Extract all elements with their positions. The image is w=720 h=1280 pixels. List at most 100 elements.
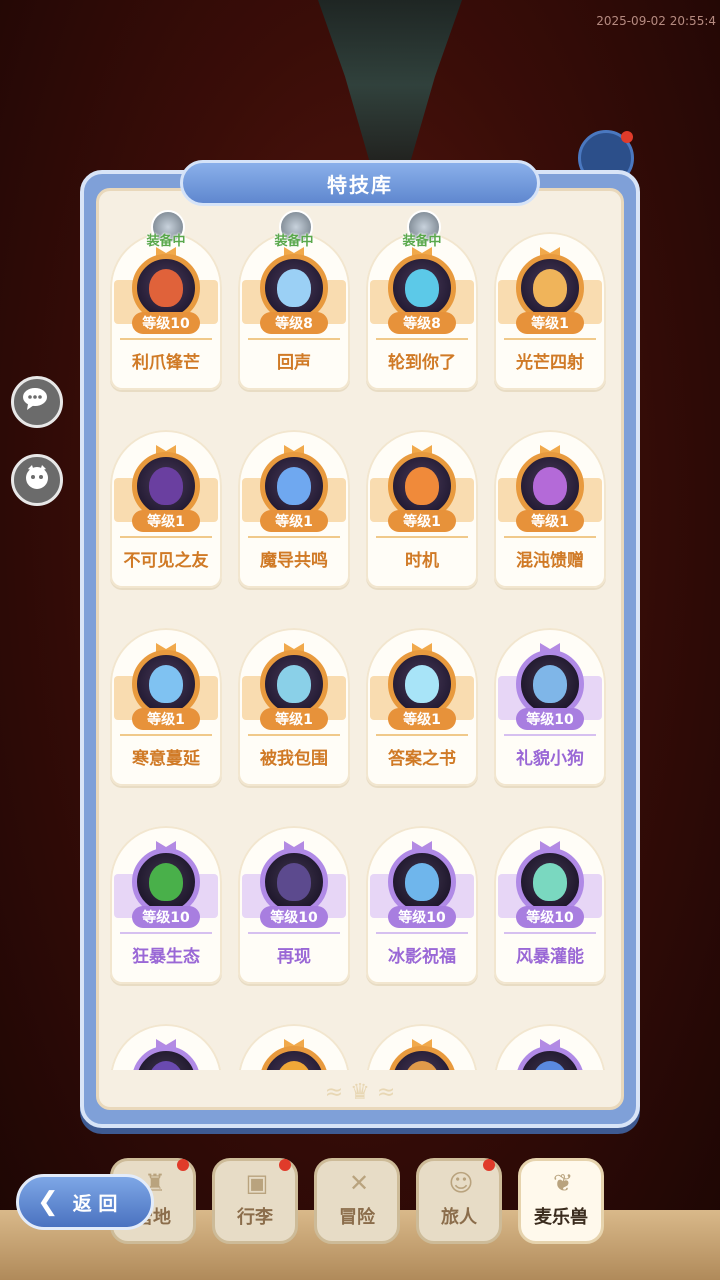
pet-portrait [388,1046,456,1070]
pet-icon [533,269,567,307]
pet-icon [405,467,439,505]
notification-dot [177,1159,189,1171]
skill-card[interactable]: 等级8 轮到你了 装备中 [366,210,478,390]
skill-card[interactable] [238,1024,350,1070]
pet-icon [405,665,439,703]
skill-card[interactable]: 等级1 寒意蔓延 [110,628,222,786]
pet-icon [533,467,567,505]
card-divider [120,734,212,736]
back-button[interactable]: ❮ 返 回 [16,1174,154,1230]
skill-card[interactable]: 等级1 被我包围 [238,628,350,786]
skill-card[interactable]: 等级10 冰影祝福 [366,826,478,984]
skill-card[interactable] [110,1024,222,1070]
skill-card[interactable] [494,1024,606,1070]
chat-button[interactable] [11,376,63,428]
panel-bottom-ornament: ≈ ♛ ≈ [324,1080,396,1105]
pet-icon [149,1061,183,1070]
skill-card[interactable]: 等级8 回声 装备中 [238,210,350,390]
skill-name: 不可见之友 [123,551,209,571]
skill-level-badge: 等级1 [132,708,200,730]
skill-card[interactable]: 等级1 答案之书 [366,628,478,786]
pet-icon [149,269,183,307]
skill-level-badge: 等级8 [260,312,328,334]
skill-level-badge: 等级1 [516,312,584,334]
nav-item-2[interactable]: ✕ 冒险 [314,1158,400,1244]
card-divider [504,932,596,934]
skill-card[interactable]: 等级1 光芒四射 [494,232,606,390]
skill-name: 礼貌小狗 [516,749,584,769]
skill-level-badge: 等级10 [516,906,584,928]
character-icon: ☺ [448,1169,474,1197]
skill-card[interactable]: 等级10 礼貌小狗 [494,628,606,786]
skill-level-badge: 等级1 [388,708,456,730]
card-divider [120,536,212,538]
skill-card[interactable]: 等级10 风暴灌能 [494,826,606,984]
skill-level-badge: 等级10 [388,906,456,928]
skill-name: 狂暴生态 [132,947,200,967]
skill-name: 时机 [405,551,439,571]
pet-icon [277,1061,311,1070]
skill-name: 寒意蔓延 [132,749,200,769]
skill-level-badge: 等级1 [260,708,328,730]
back-button-label: 返 回 [72,1192,118,1215]
card-divider [120,338,212,340]
skill-level-badge: 等级1 [260,510,328,532]
nav-item-4[interactable]: ❦ 麦乐兽 [518,1158,604,1244]
skill-name: 风暴灌能 [516,947,584,967]
pet-icon [405,1061,439,1070]
skill-card[interactable] [366,1024,478,1070]
timestamp: 2025-09-02 20:55:4 [596,14,716,28]
pet-icon [149,863,183,901]
notification-dot [483,1159,495,1171]
pet-icon [533,863,567,901]
skill-grid-scroll[interactable]: 等级10 利爪锋芒 装备中 等级8 回声 装备中 等级8 轮到你了 装备中 等级… [96,200,624,1070]
pet-icon [277,665,311,703]
pet-menu-button[interactable] [11,454,63,506]
pet-icon [277,269,311,307]
nav-item-3[interactable]: ☺ 旅人 [416,1158,502,1244]
skill-level-badge: 等级1 [388,510,456,532]
pet-icon: ❦ [552,1169,574,1197]
pet-icon [533,1061,567,1070]
back-arrow-icon: ❮ [37,1187,59,1217]
equipped-label: 装备中 [146,234,186,249]
nav-item-1[interactable]: ▣ 行李 [212,1158,298,1244]
equipped-tag: 装备中 [136,210,196,250]
skill-card[interactable]: 等级10 利爪锋芒 装备中 [110,210,222,390]
skill-card[interactable]: 等级1 时机 [366,430,478,588]
pet-icon [277,467,311,505]
pet-icon [149,467,183,505]
card-divider [376,536,468,538]
skill-card[interactable]: 等级10 再现 [238,826,350,984]
skill-grid: 等级10 利爪锋芒 装备中 等级8 回声 装备中 等级8 轮到你了 装备中 等级… [110,210,608,1070]
skill-card[interactable]: 等级1 魔导共鸣 [238,430,350,588]
card-divider [504,734,596,736]
nav-label: 旅人 [441,1207,477,1228]
skill-card[interactable]: 等级1 不可见之友 [110,430,222,588]
skill-name: 答案之书 [388,749,456,769]
nav-label: 冒险 [339,1207,375,1228]
card-divider [376,338,468,340]
pet-portrait [132,1046,200,1070]
pet-face-icon [22,463,52,497]
card-divider [504,338,596,340]
pet-icon [405,269,439,307]
chest-icon: ▣ [245,1169,269,1197]
card-divider [248,932,340,934]
background-statue [318,0,462,170]
skill-name: 回声 [277,353,311,373]
pet-portrait [260,1046,328,1070]
pet-icon [405,863,439,901]
skill-card[interactable]: 等级1 混沌馈赠 [494,430,606,588]
skill-name: 冰影祝福 [388,947,456,967]
skill-name: 利爪锋芒 [132,353,200,373]
card-divider [248,734,340,736]
skill-card[interactable]: 等级10 狂暴生态 [110,826,222,984]
skill-name: 被我包围 [260,749,328,769]
pet-icon [277,863,311,901]
notification-dot [621,131,633,143]
skill-level-badge: 等级8 [388,312,456,334]
skill-level-badge: 等级1 [132,510,200,532]
skill-level-badge: 等级10 [260,906,328,928]
nav-label: 麦乐兽 [534,1207,588,1228]
